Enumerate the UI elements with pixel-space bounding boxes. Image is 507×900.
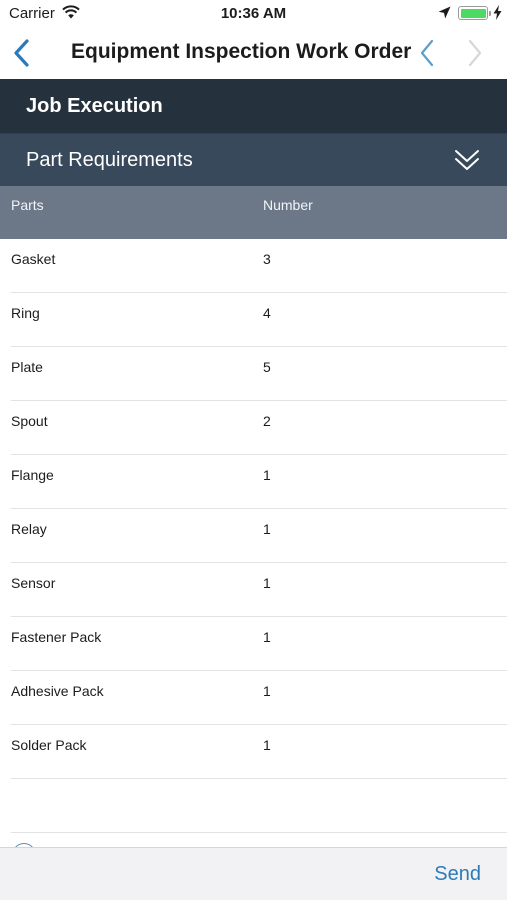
column-header-parts: Parts: [11, 197, 44, 213]
cell-part-number: 2: [263, 413, 271, 429]
cell-part-number: 1: [263, 467, 271, 483]
section-header-job-execution[interactable]: Job Execution: [0, 79, 507, 133]
cell-part-name: Gasket: [11, 251, 56, 267]
subsection-title: Part Requirements: [26, 149, 193, 171]
cell-part-name: Solder Pack: [11, 737, 87, 753]
cell-part-name: Ring: [11, 305, 40, 321]
cell-part-number: 1: [263, 629, 271, 645]
table-row[interactable]: Sensor 1: [0, 563, 507, 617]
cell-part-number: 1: [263, 575, 271, 591]
table-row[interactable]: Solder Pack 1: [0, 725, 507, 779]
cell-part-name: Adhesive Pack: [11, 683, 104, 699]
cell-part-name: Relay: [11, 521, 47, 537]
status-time: 10:36 AM: [220, 5, 287, 22]
table-row[interactable]: Adhesive Pack 1: [0, 671, 507, 725]
cell-part-number: 4: [263, 305, 271, 321]
location-arrow-icon: [438, 6, 451, 19]
battery-tip: [489, 11, 491, 16]
table-row[interactable]: Relay 1: [0, 509, 507, 563]
previous-record-chevron-left-icon[interactable]: [419, 39, 435, 67]
table-row[interactable]: Plate 5: [0, 347, 507, 401]
chevron-left-icon[interactable]: [12, 38, 32, 68]
battery-full-icon: [458, 6, 488, 20]
cell-part-name: Spout: [11, 413, 48, 429]
cell-part-number: 5: [263, 359, 271, 375]
cell-part-name: Flange: [11, 467, 54, 483]
status-bar: Carrier 10:36 AM: [0, 0, 507, 26]
column-header-number: Number: [263, 197, 313, 213]
bottom-toolbar: Send: [0, 847, 507, 900]
navigation-bar: Equipment Inspection Work Order: [0, 26, 507, 79]
cell-part-number: 1: [263, 683, 271, 699]
double-chevron-down-icon[interactable]: [454, 147, 480, 173]
table-row[interactable]: Fastener Pack 1: [0, 617, 507, 671]
cell-part-number: 3: [263, 251, 271, 267]
cell-part-name: Sensor: [11, 575, 56, 591]
subsection-header-part-requirements[interactable]: Part Requirements: [0, 133, 507, 186]
table-row[interactable]: Ring 4: [0, 293, 507, 347]
table-row-empty: [0, 779, 507, 833]
cell-part-name: Fastener Pack: [11, 629, 102, 645]
table-row[interactable]: Flange 1: [0, 455, 507, 509]
table-row[interactable]: Spout 2: [0, 401, 507, 455]
send-button[interactable]: Send: [434, 863, 481, 886]
table-header: Parts Number: [0, 186, 507, 239]
table-row[interactable]: Gasket 3: [0, 239, 507, 293]
page-title: Equipment Inspection Work Order: [71, 40, 412, 63]
parts-table: Gasket 3 Ring 4 Plate 5 Spout 2 Flange 1…: [0, 239, 507, 833]
cell-part-number: 1: [263, 521, 271, 537]
next-record-chevron-right-icon[interactable]: [467, 39, 483, 67]
section-title: Job Execution: [26, 95, 163, 117]
cell-part-name: Plate: [11, 359, 43, 375]
charging-bolt-icon: [493, 5, 502, 20]
cell-part-number: 1: [263, 737, 271, 753]
